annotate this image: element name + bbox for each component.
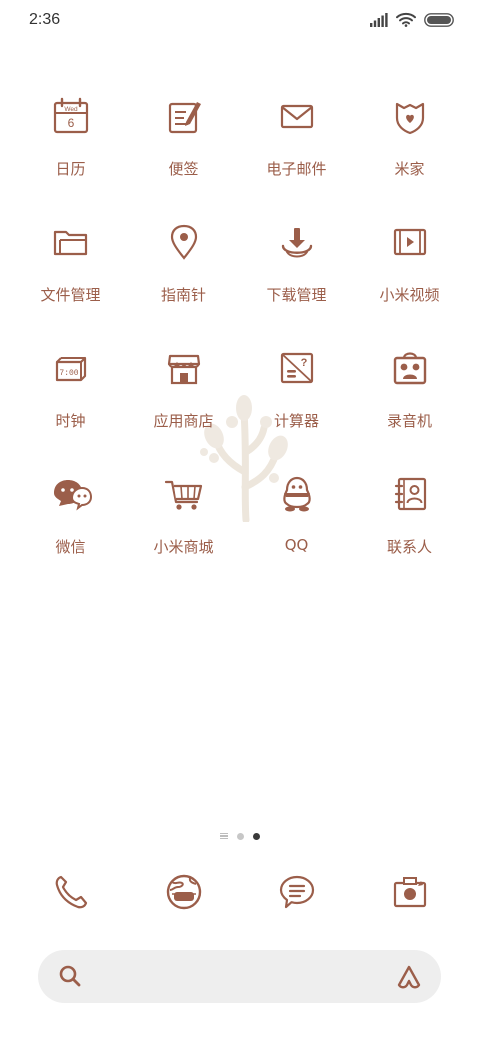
app-mi-video[interactable]: 小米视频	[353, 216, 466, 316]
app-label: 微信	[55, 538, 86, 556]
app-label: QQ	[284, 536, 309, 554]
store-icon	[167, 354, 201, 385]
calendar-day-text: Wed	[64, 106, 78, 113]
wechat-icon	[54, 480, 93, 511]
app-wechat[interactable]: 微信	[14, 468, 127, 568]
app-email[interactable]: 电子邮件	[240, 90, 353, 190]
app-qq[interactable]: QQ	[240, 468, 353, 568]
clock-icon: 7:00	[55, 356, 87, 382]
video-icon	[393, 228, 427, 256]
app-notes[interactable]: 便签	[127, 90, 240, 190]
qq-penguin-icon	[283, 476, 311, 512]
folder-icon	[53, 230, 88, 256]
app-label: 电子邮件	[266, 160, 327, 178]
calendar-date-text: 6	[68, 116, 75, 130]
battery-icon	[424, 12, 454, 27]
recorder-icon	[393, 352, 427, 385]
page-indicator-menu-lines	[220, 832, 228, 840]
clock-time-text: 7:00	[59, 369, 78, 378]
shopping-cart-icon	[164, 480, 203, 510]
compass-pin-icon	[170, 224, 198, 260]
dock	[14, 870, 466, 920]
status-icons	[370, 12, 454, 27]
notes-icon	[168, 102, 201, 134]
page-dot-active	[253, 832, 260, 840]
contacts-icon	[394, 477, 427, 511]
app-file-manager[interactable]: 文件管理	[14, 216, 127, 316]
app-label: 录音机	[386, 412, 432, 430]
search-icon	[59, 965, 81, 987]
assistant-icon[interactable]	[395, 963, 423, 991]
svg-text:?: ?	[301, 357, 308, 369]
signal-icon	[370, 12, 388, 27]
email-icon	[280, 104, 314, 129]
app-label: 下载管理	[266, 286, 327, 304]
app-app-store[interactable]: 应用商店	[127, 342, 240, 442]
app-label: 日历	[55, 160, 86, 178]
page-dot	[237, 832, 244, 840]
app-label: 时钟	[55, 412, 86, 430]
wifi-icon	[396, 12, 416, 27]
app-mijia[interactable]: 米家	[353, 90, 466, 190]
app-label: 文件管理	[40, 286, 101, 304]
messages-icon[interactable]	[277, 872, 317, 912]
mijia-icon	[395, 102, 425, 135]
app-recorder[interactable]: 录音机	[353, 342, 466, 442]
status-time: 2:36	[29, 11, 61, 28]
calculator-icon: ?	[280, 352, 314, 384]
calendar-icon: Wed 6	[53, 97, 89, 134]
download-icon	[281, 228, 313, 258]
app-label: 小米商城	[153, 538, 214, 556]
app-label: 联系人	[386, 538, 432, 556]
search-bar[interactable]	[38, 950, 441, 1003]
camera-icon[interactable]	[390, 872, 430, 912]
app-clock[interactable]: 7:00 时钟	[14, 342, 127, 442]
app-calculator[interactable]: ? 计算器	[240, 342, 353, 442]
app-compass[interactable]: 指南针	[127, 216, 240, 316]
browser-globe-icon[interactable]	[164, 872, 204, 912]
app-mi-store[interactable]: 小米商城	[127, 468, 240, 568]
app-label: 小米视频	[379, 286, 440, 304]
phone-icon[interactable]	[51, 872, 91, 912]
page-indicator[interactable]	[0, 829, 480, 843]
app-label: 计算器	[273, 412, 319, 430]
app-label: 指南针	[160, 286, 206, 304]
app-label: 米家	[394, 160, 425, 178]
app-label: 便签	[168, 160, 199, 178]
app-downloads[interactable]: 下载管理	[240, 216, 353, 316]
app-label: 应用商店	[153, 412, 214, 430]
app-contacts[interactable]: 联系人	[353, 468, 466, 568]
app-calendar[interactable]: Wed 6 日历	[14, 90, 127, 190]
status-bar: 2:36	[0, 0, 480, 40]
